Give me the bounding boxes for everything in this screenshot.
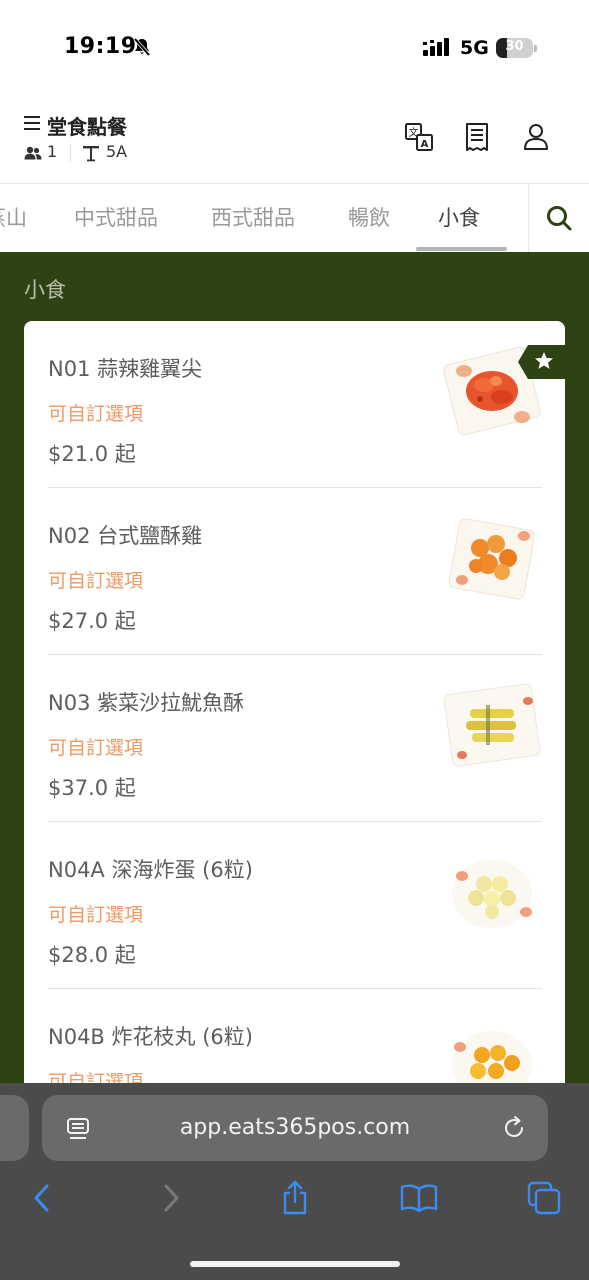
translate-icon: 文 A	[405, 123, 433, 151]
item-name: N04A 深海炸蛋 (6粒)	[48, 858, 253, 882]
tab-category-1[interactable]: 蒸山	[0, 202, 27, 232]
share-button[interactable]	[275, 1178, 315, 1218]
item-name: N02 台式鹽酥雞	[48, 524, 203, 548]
item-name: N03 紫菜沙拉魷魚酥	[48, 691, 245, 715]
order-receipt-button[interactable]	[460, 120, 494, 154]
receipt-icon	[466, 123, 488, 151]
category-tabs: 蒸山 中式甜品 西式甜品 暢飲 小食	[0, 184, 529, 252]
section-title: 小食	[24, 278, 66, 302]
item-name: N01 蒜辣雞翼尖	[48, 357, 203, 381]
item-price: $37.0 起	[48, 776, 136, 800]
page-title[interactable]: 堂食點餐	[47, 111, 127, 140]
bookmarks-button[interactable]	[399, 1178, 439, 1218]
menu-item[interactable]: N03 紫菜沙拉魷魚酥 可自訂選項 $37.0 起	[48, 655, 542, 822]
bookmarks-icon	[400, 1184, 438, 1213]
app-header: 堂食點餐 1 5A 文 A	[0, 96, 589, 184]
back-icon	[34, 1184, 49, 1212]
tab-category-3[interactable]: 西式甜品	[211, 202, 295, 232]
battery-level: 30	[505, 39, 524, 54]
share-icon	[283, 1180, 307, 1215]
item-name: N04B 炸花枝丸 (6粒)	[48, 1025, 253, 1049]
back-button[interactable]	[22, 1178, 62, 1218]
battery-indicator: 30	[496, 37, 538, 59]
menu-icon[interactable]	[24, 116, 40, 130]
menu-item[interactable]: N01 蒜辣雞翼尖 可自訂選項 $21.0 起	[48, 321, 542, 488]
home-indicator	[190, 1261, 400, 1267]
address-bar[interactable]: app.eats365pos.com	[42, 1095, 548, 1161]
item-option: 可自訂選項	[48, 403, 144, 425]
guest-count: 1	[47, 142, 58, 161]
svg-text:A: A	[421, 139, 429, 150]
tab-category-4[interactable]: 暢飲	[348, 202, 390, 232]
active-tab-indicator	[416, 247, 507, 251]
previous-tab-preview[interactable]	[0, 1095, 29, 1161]
dish-photo-popcorn-chicken[interactable]	[442, 508, 542, 608]
status-bar: 19:19 5G 30	[0, 0, 589, 96]
account-icon	[524, 124, 548, 150]
battery-cap	[534, 45, 537, 52]
url-text[interactable]: app.eats365pos.com	[102, 1115, 488, 1140]
forward-icon	[164, 1184, 179, 1212]
tabs-button[interactable]	[524, 1178, 564, 1218]
tab-category-5-active[interactable]: 小食	[438, 202, 480, 232]
favorite-star-icon	[518, 345, 565, 379]
tabs-icon	[527, 1181, 561, 1215]
status-time: 19:19	[64, 34, 137, 59]
translate-button[interactable]: 文 A	[402, 120, 436, 154]
menu-search-button[interactable]	[528, 184, 589, 252]
cellular-signal-icon	[423, 38, 449, 56]
menu-item[interactable]: N02 台式鹽酥雞 可自訂選項 $27.0 起	[48, 488, 542, 655]
table-icon	[83, 146, 99, 162]
forward-button[interactable]	[151, 1178, 191, 1218]
bell-slash-icon	[133, 37, 151, 57]
item-option: 可自訂選項	[48, 570, 144, 592]
menu-item[interactable]: N04A 深海炸蛋 (6粒) 可自訂選項 $28.0 起	[48, 822, 542, 989]
item-price: $28.0 起	[48, 943, 136, 967]
network-type: 5G	[460, 37, 489, 59]
table-number: 5A	[106, 142, 128, 161]
reload-icon[interactable]	[502, 1115, 528, 1141]
search-icon	[547, 206, 572, 231]
dish-photo-fish-balls[interactable]	[442, 842, 542, 942]
account-button[interactable]	[519, 120, 553, 154]
tab-category-2[interactable]: 中式甜品	[74, 202, 158, 232]
menu-card: N01 蒜辣雞翼尖 可自訂選項 $21.0 起 N02 台式鹽酥雞 可自訂選項 …	[24, 321, 565, 1141]
reader-icon[interactable]	[66, 1116, 92, 1142]
dish-photo-squid-rolls[interactable]	[442, 675, 542, 775]
item-price: $27.0 起	[48, 609, 136, 633]
page: 19:19 5G 30 堂食點餐 1 5A 文 A 山 中式甜品 西式甜品 暢飲…	[0, 0, 589, 1280]
item-option: 可自訂選項	[48, 737, 144, 759]
meta-divider	[70, 144, 71, 162]
menu-section: 小食 N01 蒜辣雞翼尖 可自訂選項 $21.0 起 N02 台式鹽酥雞 可自訂…	[0, 252, 589, 1141]
guests-icon	[24, 146, 42, 160]
item-option: 可自訂選項	[48, 904, 144, 926]
browser-toolbar: app.eats365pos.com	[0, 1083, 589, 1280]
item-price: $21.0 起	[48, 442, 136, 466]
